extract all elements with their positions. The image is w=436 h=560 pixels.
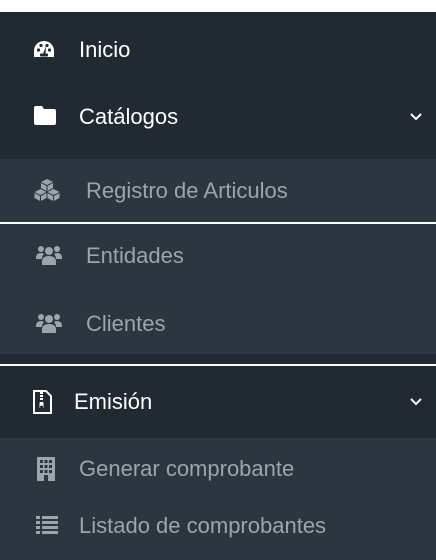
menu-item-label: Catálogos <box>79 104 179 129</box>
cubes-icon <box>34 179 60 201</box>
menu-item-catalogos[interactable]: Catálogos <box>0 82 436 152</box>
users-icon <box>36 313 62 333</box>
menu-item-label: Inicio <box>79 37 131 62</box>
menu-item-label: Emisión <box>74 389 153 414</box>
menu-item-inicio[interactable]: Inicio <box>0 14 436 86</box>
submenu-item-label: Generar comprobante <box>79 456 295 481</box>
users-icon <box>36 245 62 265</box>
submenu-item-generar-comprobante[interactable]: Generar comprobante <box>0 438 436 500</box>
building-icon <box>36 457 56 481</box>
chevron-down-icon[interactable] <box>396 366 436 438</box>
file-archive-icon <box>33 390 52 414</box>
submenu-item-label: Registro de Articulos <box>86 177 288 203</box>
submenu-item-label: Clientes <box>86 311 166 336</box>
submenu-item-listado-comprobantes[interactable]: Listado de comprobantes <box>0 498 436 554</box>
submenu-item-label: Listado de comprobantes <box>79 513 327 538</box>
submenu-item-registro-articulos[interactable]: Registro de Articulos <box>0 159 436 222</box>
submenu-item-entidades[interactable]: Entidades <box>0 224 436 288</box>
chevron-down-icon[interactable] <box>396 82 436 152</box>
list-icon <box>36 516 58 534</box>
folder-icon <box>34 106 56 125</box>
tachometer-icon <box>32 39 56 61</box>
submenu-item-clientes[interactable]: Clientes <box>0 292 436 356</box>
sidebar-menu: Inicio Catálogos Registro de Articulos E… <box>0 0 436 560</box>
submenu-item-label: Entidades <box>86 243 184 268</box>
menu-item-emision[interactable]: Emisión <box>0 366 436 438</box>
